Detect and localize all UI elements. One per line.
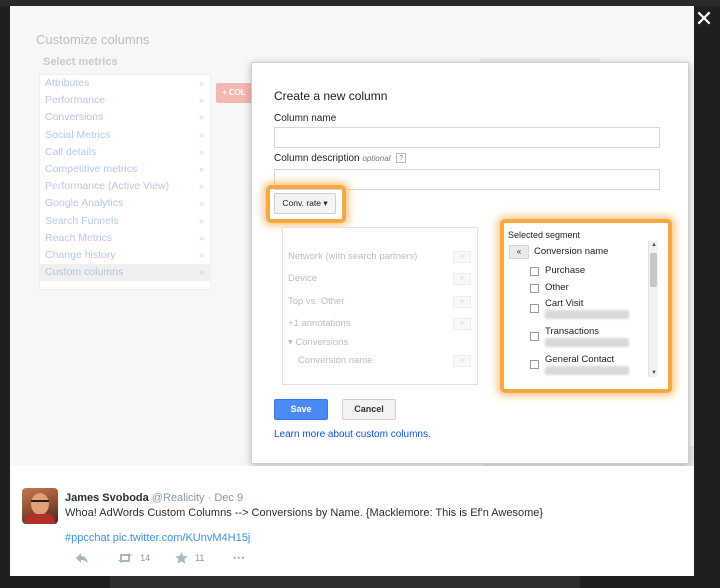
scroll-thumb[interactable] bbox=[650, 253, 657, 287]
hashtag-link[interactable]: #ppcchat bbox=[65, 532, 110, 544]
chevron-right-icon: » bbox=[198, 163, 204, 174]
column-description-label: Column description bbox=[274, 153, 360, 164]
author-handle[interactable]: @Realicity · Dec 9 bbox=[152, 492, 243, 504]
metrics-menu-item: Conversions» bbox=[40, 109, 210, 126]
selected-segment-title: Selected segment bbox=[508, 230, 581, 240]
star-icon bbox=[175, 552, 188, 564]
more-options-icon[interactable]: ••• bbox=[233, 550, 245, 566]
page-below bbox=[110, 576, 580, 588]
selected-segment-panel: Selected segment « Conversion name Purch… bbox=[508, 227, 658, 379]
favorite-button[interactable]: 11 bbox=[175, 550, 204, 566]
column-description-label-row: Column description optional ? bbox=[274, 153, 407, 164]
metrics-menu-item: Change history» bbox=[40, 247, 210, 264]
chevron-right-icon: » bbox=[198, 112, 204, 123]
redacted-detail bbox=[545, 338, 629, 347]
pic-link[interactable]: pic.twitter.com/KUnvM4H15j bbox=[113, 532, 251, 544]
scroll-up-icon[interactable]: ▲ bbox=[650, 241, 658, 249]
help-icon[interactable]: ? bbox=[396, 153, 407, 164]
retweet-button[interactable]: 14 bbox=[117, 550, 150, 566]
chevron-right-icon[interactable]: » bbox=[453, 273, 471, 285]
learn-more-link[interactable]: Learn more about custom columns. bbox=[274, 429, 431, 440]
metrics-menu-item: Search Funnels» bbox=[40, 213, 210, 230]
tweet: James Svoboda @Realicity · Dec 9 Whoa! A… bbox=[10, 466, 694, 576]
conv-rate-dropdown[interactable]: Conv. rate ▾ bbox=[274, 193, 336, 214]
tweet-text: Whoa! AdWords Custom Columns --> Convers… bbox=[65, 507, 544, 519]
chevron-right-icon: » bbox=[198, 146, 204, 157]
chevron-right-icon: » bbox=[198, 78, 204, 88]
chevron-right-icon[interactable]: » bbox=[453, 251, 471, 263]
save-button[interactable]: Save bbox=[274, 399, 328, 420]
background-title: Customize columns bbox=[36, 32, 150, 47]
favorite-count: 11 bbox=[195, 553, 205, 564]
redacted-detail bbox=[545, 366, 629, 375]
avatar[interactable] bbox=[22, 488, 58, 524]
optional-label: optional bbox=[362, 154, 391, 163]
metrics-menu-item: Performance (Active View)» bbox=[40, 178, 210, 195]
close-icon[interactable]: ✕ bbox=[692, 6, 716, 34]
column-name-label: Column name bbox=[274, 113, 337, 124]
reply-icon[interactable] bbox=[75, 550, 89, 566]
column-name-input[interactable] bbox=[274, 127, 660, 148]
metrics-menu: Attributes» Performance» Conversions» So… bbox=[39, 74, 211, 290]
metrics-menu-item: Social Metrics» bbox=[40, 127, 210, 144]
segment-scrollbar[interactable]: ▲ ▼ bbox=[648, 241, 658, 377]
retweet-count: 14 bbox=[140, 553, 151, 564]
metrics-menu-item: Attributes» bbox=[40, 75, 210, 92]
metrics-menu-item-selected: Custom columns» bbox=[40, 264, 210, 282]
metrics-menu-item: Call details» bbox=[40, 144, 210, 161]
chevron-right-icon: » bbox=[198, 198, 204, 209]
segment-checkbox[interactable] bbox=[530, 284, 539, 293]
back-icon[interactable]: « bbox=[509, 245, 529, 259]
segment-checkbox[interactable] bbox=[530, 360, 539, 369]
segment-checkbox[interactable] bbox=[530, 332, 539, 341]
segment-picker: Network (with search partners)» Device» … bbox=[282, 227, 478, 385]
author-name[interactable]: James Svoboda bbox=[65, 492, 149, 504]
chevron-right-icon: » bbox=[198, 267, 204, 278]
segment-checkbox[interactable] bbox=[530, 267, 539, 276]
metrics-menu-item: Competitive metrics» bbox=[40, 161, 210, 178]
tweet-actions: 14 11 ••• bbox=[65, 550, 315, 566]
scroll-down-icon[interactable]: ▼ bbox=[650, 369, 658, 377]
chevron-right-icon[interactable]: » bbox=[453, 355, 471, 367]
create-column-dialog: Create a new column Column name Column d… bbox=[251, 62, 689, 464]
tweet-author: James Svoboda @Realicity · Dec 9 bbox=[65, 492, 243, 504]
metrics-menu-item: Reach Metrics» bbox=[40, 230, 210, 247]
retweet-icon bbox=[118, 553, 132, 564]
chevron-right-icon: » bbox=[198, 181, 204, 192]
dialog-title: Create a new column bbox=[274, 89, 388, 103]
conversion-name-header: Conversion name bbox=[534, 246, 609, 257]
metrics-menu-item: Google Analytics» bbox=[40, 195, 210, 212]
chevron-right-icon[interactable]: » bbox=[453, 296, 471, 308]
chevron-right-icon: » bbox=[198, 95, 204, 106]
tweet-links: #ppcchat pic.twitter.com/KUnvM4H15j bbox=[65, 532, 250, 544]
chevron-right-icon[interactable]: » bbox=[453, 318, 471, 330]
picker-row[interactable]: Network (with search partners)» bbox=[283, 246, 477, 268]
picker-row[interactable]: Device» bbox=[283, 268, 477, 290]
chevron-right-icon: » bbox=[198, 129, 204, 140]
select-metrics-label: Select metrics bbox=[43, 56, 118, 68]
picker-row[interactable]: Top vs. Other» bbox=[283, 291, 477, 313]
picker-row[interactable]: Conversion name» bbox=[283, 350, 477, 372]
redacted-detail bbox=[545, 310, 629, 319]
lightbox: Customize columns Select metrics Attribu… bbox=[10, 6, 694, 576]
chevron-right-icon: » bbox=[198, 249, 204, 260]
cancel-button[interactable]: Cancel bbox=[342, 399, 396, 420]
metrics-menu-item: Performance» bbox=[40, 92, 210, 109]
segment-checkbox[interactable] bbox=[530, 304, 539, 313]
screenshot-image: Customize columns Select metrics Attribu… bbox=[10, 6, 694, 466]
chevron-right-icon: » bbox=[198, 215, 204, 226]
add-column-button: + COL bbox=[216, 83, 256, 103]
chevron-right-icon: » bbox=[198, 232, 204, 243]
